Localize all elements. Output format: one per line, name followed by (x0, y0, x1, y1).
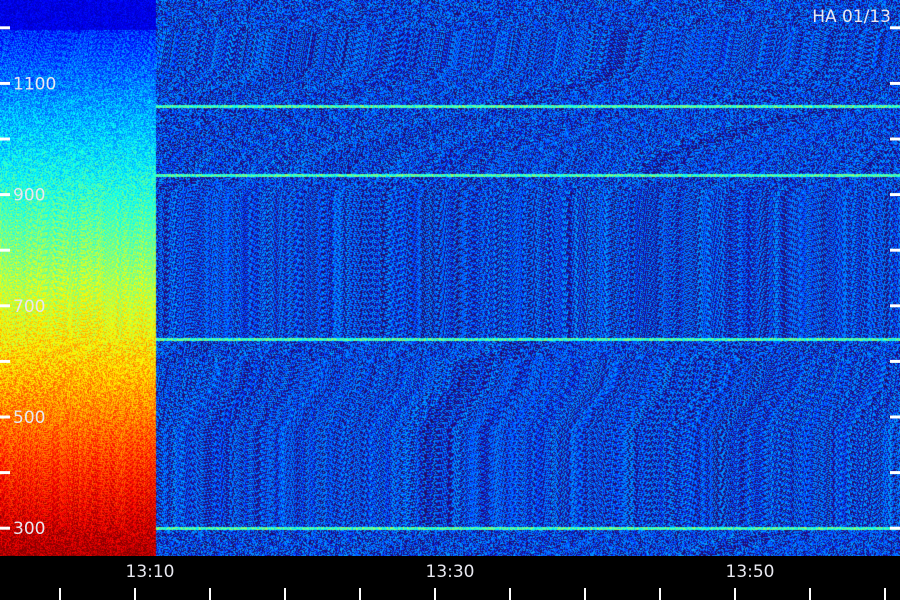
y-tick-label: 900 (13, 186, 45, 206)
x-tick-label: 13:30 (426, 562, 475, 582)
x-tick-label: 13:50 (726, 562, 775, 582)
y-tick-label: 300 (13, 519, 45, 539)
x-axis: 13:10 13:30 13:50 (59, 562, 886, 600)
y-tick-label: 700 (13, 297, 45, 317)
y-tick-label: 1100 (13, 74, 56, 94)
x-tick-label: 13:10 (126, 562, 175, 582)
chart-overlay: 1100 900 700 500 300 13:10 13:30 13:50 HA 01/1… (0, 7, 900, 600)
y-axis: 1100 900 700 500 300 (0, 26, 900, 539)
station-label: HA 01/13 (812, 7, 891, 27)
y-tick-label: 500 (13, 408, 45, 428)
